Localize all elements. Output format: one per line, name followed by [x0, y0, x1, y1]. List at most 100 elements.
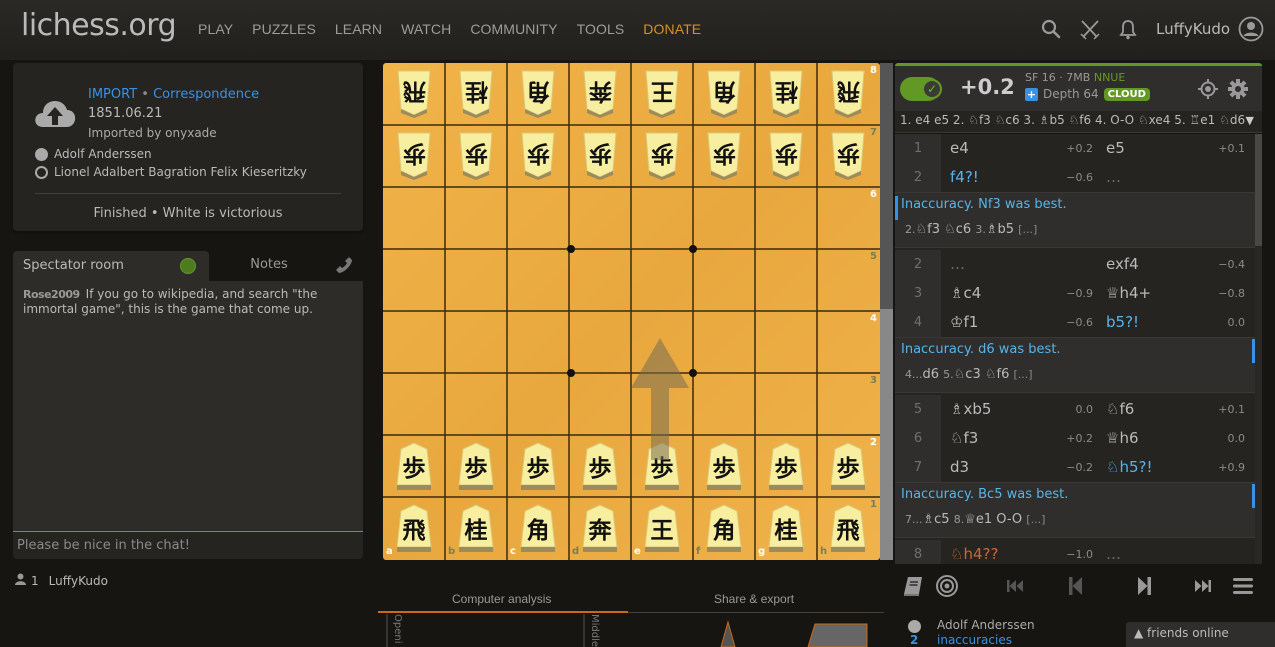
black-move[interactable]: ♕h4+: [1106, 279, 1151, 308]
sente-piece[interactable]: 歩: [704, 441, 744, 491]
variation-move[interactable]: 4...: [905, 368, 923, 381]
board-square[interactable]: 角: [693, 497, 755, 559]
board-square[interactable]: 歩: [755, 435, 817, 497]
expand-variation[interactable]: [...]: [1026, 513, 1045, 526]
plus-icon[interactable]: +: [1025, 87, 1038, 101]
sente-piece[interactable]: 王: [642, 503, 682, 553]
engine-toggle[interactable]: ✓: [900, 77, 942, 101]
expand-variation[interactable]: [...]: [1018, 223, 1037, 236]
variation-move[interactable]: ♗c5: [923, 512, 954, 527]
tab-notes[interactable]: Notes: [209, 251, 329, 281]
board-square[interactable]: 歩: [631, 125, 693, 187]
gote-piece[interactable]: 飛: [394, 69, 434, 119]
gote-piece[interactable]: 歩: [642, 131, 682, 181]
watcher-name[interactable]: LuffyKudo: [49, 574, 108, 588]
board-square[interactable]: 飛: [383, 63, 445, 125]
nav-learn[interactable]: LEARN: [335, 21, 382, 37]
chat-enabled-toggle[interactable]: [180, 258, 196, 274]
white-move[interactable]: ♗xb5: [950, 395, 991, 424]
variation-move[interactable]: ♘c3 ♘f6: [954, 367, 1014, 382]
tab-share-export[interactable]: Share & export: [714, 592, 794, 606]
gote-piece[interactable]: 歩: [394, 131, 434, 181]
gote-piece[interactable]: 奔: [580, 69, 620, 119]
board-square[interactable]: 角: [693, 63, 755, 125]
black-player-name[interactable]: Lionel Adalbert Bagration Felix Kieserit…: [54, 165, 307, 179]
gote-piece[interactable]: 歩: [518, 131, 558, 181]
practice-target-icon[interactable]: [935, 574, 961, 598]
white-move[interactable]: …: [950, 250, 965, 279]
search-icon[interactable]: [1040, 18, 1064, 42]
white-move[interactable]: ♘f3: [950, 424, 978, 453]
sente-piece[interactable]: 歩: [394, 441, 434, 491]
gear-icon[interactable]: [1227, 78, 1249, 100]
black-move[interactable]: ♕h6: [1106, 424, 1139, 453]
board-square[interactable]: 角: [507, 63, 569, 125]
board-square[interactable]: 歩: [569, 435, 631, 497]
gote-piece[interactable]: 歩: [766, 131, 806, 181]
pv-moves[interactable]: 1. e4 e5 2. ♘f3 ♘c6 3. ♗b5 ♘f6 4. O-O ♘x…: [900, 113, 1245, 127]
variation-move[interactable]: 2.: [905, 223, 916, 236]
board-surface[interactable]: 飛桂角奔王角桂飛歩歩歩歩歩歩歩歩歩歩歩歩歩歩歩歩飛桂角奔王角桂飛 8765432…: [383, 63, 880, 560]
scrollbar-thumb[interactable]: [1255, 134, 1262, 246]
opening-book-icon[interactable]: [900, 574, 926, 598]
sente-piece[interactable]: 桂: [456, 503, 496, 553]
board-square[interactable]: 歩: [693, 435, 755, 497]
user-menu[interactable]: LuffyKudo: [1156, 20, 1230, 38]
white-player-name[interactable]: Adolf Anderssen: [54, 147, 152, 161]
gote-piece[interactable]: 桂: [766, 69, 806, 119]
tab-computer-analysis[interactable]: Computer analysis: [452, 592, 551, 606]
first-move-icon[interactable]: [1003, 574, 1029, 598]
shogi-board[interactable]: 飛桂角奔王角桂飛歩歩歩歩歩歩歩歩歩歩歩歩歩歩歩歩飛桂角奔王角桂飛 8765432…: [383, 63, 880, 560]
white-move[interactable]: ♘h4??: [950, 540, 998, 564]
expand-pv-icon[interactable]: ▼: [1246, 114, 1254, 127]
target-icon[interactable]: [1197, 78, 1219, 100]
tab-spectator-room[interactable]: Spectator room: [13, 251, 209, 281]
black-move[interactable]: ♘f6: [1106, 395, 1134, 424]
board-square[interactable]: 歩: [383, 435, 445, 497]
board-square[interactable]: 歩: [569, 125, 631, 187]
white-move[interactable]: ♗c4: [950, 279, 981, 308]
variation-move[interactable]: 8.: [954, 513, 965, 526]
white-move[interactable]: ♔f1: [950, 308, 978, 337]
last-move-icon[interactable]: [1191, 574, 1217, 598]
black-move[interactable]: b5?!: [1106, 308, 1139, 337]
black-move[interactable]: …: [1106, 540, 1121, 564]
nav-donate[interactable]: DONATE: [643, 21, 701, 37]
variation-move[interactable]: ♗b5: [986, 222, 1018, 237]
expand-variation[interactable]: [...]: [1014, 368, 1033, 381]
gote-piece[interactable]: 歩: [580, 131, 620, 181]
white-move[interactable]: e4: [950, 134, 969, 163]
gote-piece[interactable]: 飛: [828, 69, 868, 119]
advantage-chart[interactable]: Openi Middle: [378, 614, 884, 647]
sente-piece[interactable]: 歩: [828, 441, 868, 491]
variation-move[interactable]: d6: [923, 367, 944, 382]
black-move[interactable]: ♘h5?!: [1106, 453, 1152, 482]
site-logo[interactable]: lichess.org: [21, 8, 177, 43]
sente-piece[interactable]: 歩: [642, 441, 682, 491]
sente-piece[interactable]: 歩: [580, 441, 620, 491]
black-move[interactable]: e5: [1106, 134, 1125, 163]
sente-piece[interactable]: 奔: [580, 503, 620, 553]
sente-piece[interactable]: 歩: [766, 441, 806, 491]
board-square[interactable]: 桂: [755, 63, 817, 125]
board-square[interactable]: 歩: [445, 435, 507, 497]
nav-puzzles[interactable]: PUZZLES: [252, 21, 316, 37]
board-square[interactable]: 歩: [445, 125, 507, 187]
chat-input[interactable]: [13, 531, 363, 559]
variation-move[interactable]: ♕e1 O-O: [964, 512, 1026, 527]
nav-play[interactable]: PLAY: [198, 21, 233, 37]
board-square[interactable]: 歩: [383, 125, 445, 187]
gote-piece[interactable]: 王: [642, 69, 682, 119]
nav-community[interactable]: COMMUNITY: [470, 21, 557, 37]
nav-watch[interactable]: WATCH: [401, 21, 451, 37]
sente-piece[interactable]: 角: [518, 503, 558, 553]
gote-piece[interactable]: 桂: [456, 69, 496, 119]
board-square[interactable]: 歩: [693, 125, 755, 187]
white-move[interactable]: d3: [950, 453, 969, 482]
chat-username[interactable]: Rose2009: [23, 288, 80, 301]
comment-variation[interactable]: 7...♗c5 8.♕e1 O-O [...]: [905, 512, 1045, 527]
swords-icon[interactable]: [1079, 18, 1103, 42]
variation-move[interactable]: 5.: [943, 368, 954, 381]
gote-piece[interactable]: 歩: [456, 131, 496, 181]
user-avatar-icon[interactable]: [1238, 16, 1264, 42]
